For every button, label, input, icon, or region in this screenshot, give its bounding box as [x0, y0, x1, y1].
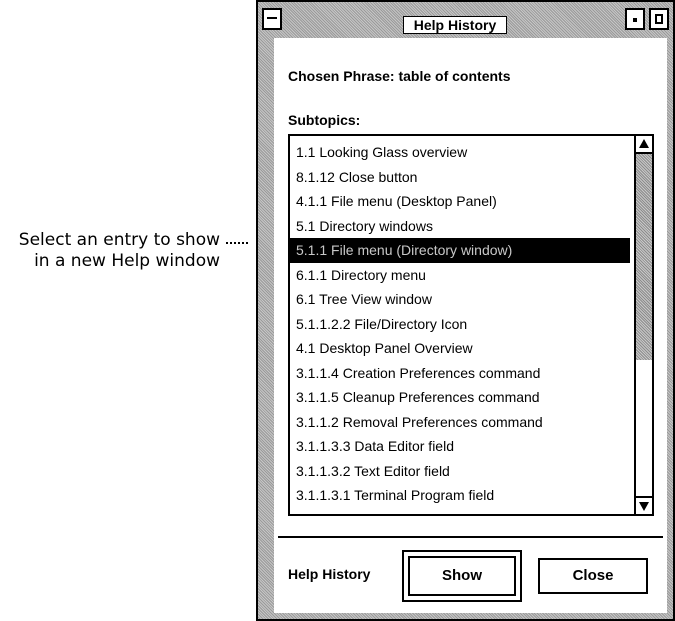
- list-item[interactable]: 6.1.1 Directory menu: [290, 263, 630, 288]
- scroll-down-button[interactable]: [636, 496, 652, 514]
- chosen-phrase: Chosen Phrase: table of contents: [288, 68, 511, 84]
- callout-leader-line: [226, 242, 248, 244]
- list-item[interactable]: 3.1.1.4 Creation Preferences command: [290, 361, 630, 386]
- footer-separator: [278, 536, 663, 538]
- show-button[interactable]: Show: [402, 550, 522, 602]
- window-client-area: Chosen Phrase: table of contents Subtopi…: [274, 38, 667, 613]
- subtopics-label: Subtopics:: [288, 112, 361, 128]
- list-item[interactable]: 1.1 Looking Glass overview: [290, 140, 630, 165]
- subtopics-list-items: 1.1 Looking Glass overview 8.1.12 Close b…: [290, 136, 630, 508]
- list-item[interactable]: 3.1.1.5 Cleanup Preferences command: [290, 385, 630, 410]
- scroll-up-button[interactable]: [636, 136, 652, 154]
- list-item[interactable]: 3.1.1.3.1 Terminal Program field: [290, 483, 630, 508]
- close-button[interactable]: Close: [538, 558, 648, 594]
- list-item[interactable]: 3.1.1.2 Removal Preferences command: [290, 410, 630, 435]
- window-menu-icon: [267, 17, 277, 19]
- window-title: Help History: [403, 16, 507, 34]
- vertical-scrollbar[interactable]: [634, 136, 652, 514]
- list-item[interactable]: 5.1 Directory windows: [290, 214, 630, 239]
- window-menu-button[interactable]: [262, 8, 282, 30]
- scroll-thumb[interactable]: [636, 360, 652, 496]
- arrow-up-icon: [639, 139, 649, 148]
- maximize-icon: [655, 14, 663, 24]
- footer-label: Help History: [288, 566, 371, 582]
- list-item[interactable]: 5.1.1.2.2 File/Directory Icon: [290, 312, 630, 337]
- scroll-track[interactable]: [636, 154, 652, 360]
- subtopics-list[interactable]: 1.1 Looking Glass overview 8.1.12 Close b…: [288, 134, 654, 516]
- maximize-button[interactable]: [649, 8, 669, 30]
- arrow-down-icon: [639, 502, 649, 511]
- list-item[interactable]: 4.1 Desktop Panel Overview: [290, 336, 630, 361]
- minimize-icon: [633, 18, 637, 22]
- list-item[interactable]: 6.1 Tree View window: [290, 287, 630, 312]
- show-button-label: Show: [408, 556, 516, 596]
- help-history-window: Help History Chosen Phrase: table of con…: [256, 0, 675, 621]
- callout-text: Select an entry to show in a new Help wi…: [18, 230, 220, 271]
- list-item[interactable]: 5.1.1 File menu (Directory window): [290, 238, 630, 263]
- list-item[interactable]: 4.1.1 File menu (Desktop Panel): [290, 189, 630, 214]
- list-item[interactable]: 8.1.12 Close button: [290, 165, 630, 190]
- list-item[interactable]: 3.1.1.3.2 Text Editor field: [290, 459, 630, 484]
- minimize-button[interactable]: [625, 8, 645, 30]
- list-item[interactable]: 3.1.1.3.3 Data Editor field: [290, 434, 630, 459]
- title-bar[interactable]: Help History: [258, 2, 673, 38]
